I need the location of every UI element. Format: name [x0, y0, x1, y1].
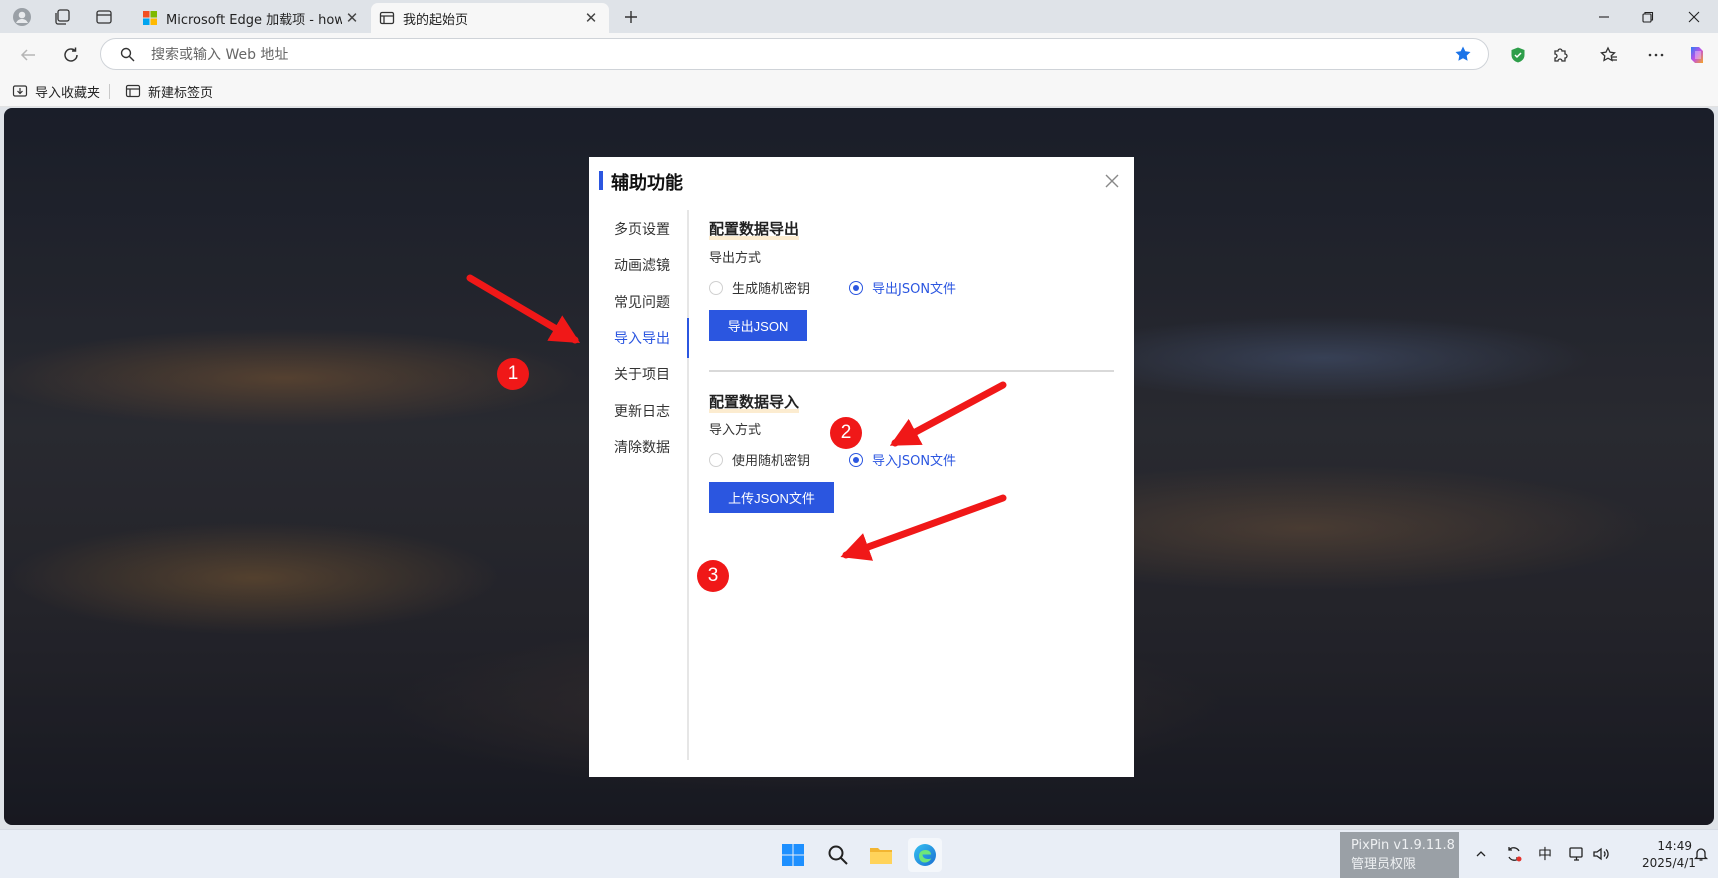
close-icon[interactable]	[1100, 169, 1124, 193]
pixpin-admin: 管理员权限	[1351, 857, 1417, 872]
clock-time: 14:49	[1657, 839, 1692, 853]
close-icon[interactable]: ✕	[581, 8, 601, 28]
tab-bar: Microsoft Edge 加载项 - howdz起 ✕ 我的起始页 ✕	[0, 0, 1718, 33]
page-icon	[379, 10, 395, 26]
favorites-separator	[109, 84, 110, 99]
annotation-badge-3: 3	[697, 560, 729, 592]
fav-label: 导入收藏夹	[35, 85, 101, 101]
page-background: 辅助功能 多页设置 动画滤镜 常见问题 导入导出 关于项目 更新日志 清除数据 …	[4, 108, 1714, 825]
annotation-badge-2: 2	[830, 417, 862, 449]
radio-button[interactable]	[849, 280, 863, 295]
favorites-bar: 导入收藏夹 新建标签页	[0, 75, 1718, 107]
chevron-up-icon[interactable]	[1470, 843, 1492, 865]
refresh-icon[interactable]	[57, 41, 85, 69]
fav-new-tab[interactable]: 新建标签页	[124, 80, 213, 102]
annotation-badge-1: 1	[497, 358, 529, 390]
taskbar: PixPin v1.9.11.8 管理员权限 中 14:49 2025/4/1	[0, 829, 1718, 878]
tab-start-page[interactable]: 我的起始页 ✕	[371, 3, 609, 33]
radio-label: 导入JSON文件	[872, 454, 957, 469]
fav-import-favorites[interactable]: 导入收藏夹	[11, 80, 100, 102]
search-icon[interactable]	[821, 838, 855, 872]
search-icon	[117, 44, 137, 64]
radio-button[interactable]	[709, 280, 723, 295]
shield-icon[interactable]	[1504, 41, 1532, 69]
file-explorer-icon[interactable]	[864, 838, 898, 872]
address-placeholder: 搜索或输入 Web 地址	[151, 47, 289, 63]
sidebar-item-clear-data[interactable]: 清除数据	[614, 437, 670, 457]
import-method-label: 导入方式	[709, 423, 762, 438]
minimize-icon[interactable]	[1580, 0, 1628, 33]
address-bar[interactable]: 搜索或输入 Web 地址	[100, 38, 1489, 70]
clock[interactable]: 14:49 2025/4/1	[1642, 838, 1696, 872]
close-icon[interactable]: ✕	[342, 8, 362, 28]
edge-taskbar-icon[interactable]	[908, 838, 942, 872]
dialog-title: 辅助功能	[611, 173, 683, 194]
radio-label: 导出JSON文件	[872, 282, 957, 297]
export-section-title: 配置数据导出	[709, 220, 800, 240]
tab-edge-addons[interactable]: Microsoft Edge 加载项 - howdz起 ✕	[134, 3, 370, 33]
pixpin-notice: PixPin v1.9.11.8 管理员权限	[1340, 832, 1459, 878]
windows-start-icon[interactable]	[776, 838, 810, 872]
tab-label: 我的起始页	[403, 12, 469, 28]
copilot-icon[interactable]	[1683, 41, 1711, 69]
workspaces-icon[interactable]	[49, 4, 75, 30]
close-window-icon[interactable]	[1670, 0, 1718, 33]
radio-button[interactable]	[709, 452, 723, 467]
export-option-random-key[interactable]: 生成随机密钥	[709, 278, 810, 297]
vertical-tabs-icon[interactable]	[91, 4, 117, 30]
pixpin-version: PixPin v1.9.11.8	[1351, 838, 1455, 853]
profile-icon[interactable]	[9, 4, 35, 30]
import-option-random-key[interactable]: 使用随机密钥	[709, 450, 810, 469]
section-divider	[709, 370, 1114, 372]
page-icon	[124, 82, 142, 100]
extensions-icon[interactable]	[1547, 41, 1575, 69]
sidebar-active-indicator	[687, 318, 689, 358]
nav-bar: 搜索或输入 Web 地址	[0, 33, 1718, 75]
sidebar-item-about[interactable]: 关于项目	[614, 364, 670, 384]
import-option-json[interactable]: 导入JSON文件	[849, 450, 956, 469]
radio-button[interactable]	[849, 452, 863, 467]
volume-icon[interactable]	[1590, 843, 1612, 865]
dialog-sidebar: 多页设置 动画滤镜 常见问题 导入导出 关于项目 更新日志 清除数据	[589, 210, 689, 760]
back-icon[interactable]	[14, 41, 42, 69]
import-section-title: 配置数据导入	[709, 393, 800, 413]
network-icon[interactable]	[1566, 843, 1588, 865]
microsoft-logo-icon	[142, 10, 158, 26]
export-json-button[interactable]: 导出JSON	[709, 310, 807, 341]
restore-icon[interactable]	[1624, 0, 1672, 33]
fav-label: 新建标签页	[148, 85, 214, 101]
sidebar-item-import-export[interactable]: 导入导出	[614, 328, 670, 348]
sync-icon[interactable]	[1503, 843, 1525, 865]
new-tab-icon[interactable]	[618, 4, 644, 30]
notification-bell-icon[interactable]	[1690, 843, 1712, 865]
upload-json-button[interactable]: 上传JSON文件	[709, 482, 834, 513]
more-icon[interactable]	[1642, 41, 1670, 69]
clock-date: 2025/4/1	[1642, 856, 1696, 870]
title-accent-bar	[599, 171, 603, 190]
export-method-label: 导出方式	[709, 251, 762, 266]
sidebar-item-faq[interactable]: 常见问题	[614, 292, 670, 312]
tab-label: Microsoft Edge 加载项 - howdz起	[166, 12, 342, 28]
favorites-icon[interactable]	[1595, 41, 1623, 69]
favorite-star-icon[interactable]	[1452, 43, 1474, 65]
sidebar-item-multipage[interactable]: 多页设置	[614, 219, 670, 239]
radio-label: 生成随机密钥	[732, 282, 811, 297]
ime-indicator[interactable]: 中	[1534, 843, 1556, 865]
import-icon	[11, 82, 29, 100]
radio-label: 使用随机密钥	[732, 454, 811, 469]
sidebar-item-animation[interactable]: 动画滤镜	[614, 255, 670, 275]
sidebar-item-changelog[interactable]: 更新日志	[614, 401, 670, 421]
export-option-json[interactable]: 导出JSON文件	[849, 278, 956, 297]
assist-dialog: 辅助功能 多页设置 动画滤镜 常见问题 导入导出 关于项目 更新日志 清除数据 …	[589, 157, 1134, 777]
